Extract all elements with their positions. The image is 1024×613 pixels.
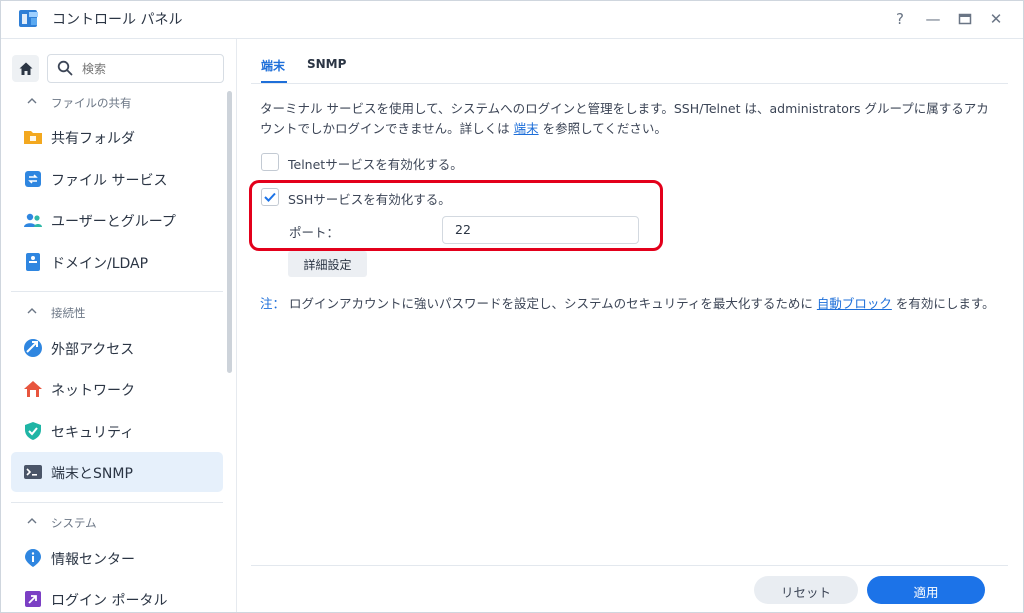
- sidebar: ファイルの共有 共有フォルダ ファイル サービス ユーザーとグループ: [1, 39, 237, 612]
- section-label: ファイルの共有: [51, 96, 132, 110]
- tab-bar: 端末 SNMP: [251, 39, 1008, 84]
- chevron-up-icon: [27, 98, 37, 104]
- sidebar-item-security[interactable]: セキュリティ: [11, 411, 223, 451]
- window-title: コントロール パネル: [52, 12, 183, 28]
- sidebar-item-label: ドメイン/LDAP: [51, 256, 149, 272]
- sidebar-item-label: ネットワーク: [51, 383, 135, 399]
- note-text-end: を有効にします。: [891, 296, 995, 311]
- terminal-description: ターミナル サービスを使用して、システムへのログインと管理をします。SSH/Te…: [260, 99, 995, 139]
- shield-icon: [25, 422, 41, 440]
- footer-divider: [251, 565, 1008, 566]
- search-icon: [57, 60, 73, 76]
- sidebar-item-label: 情報センター: [51, 552, 135, 568]
- control-panel-app-icon: [19, 10, 38, 27]
- folder-icon: [24, 131, 42, 144]
- telnet-checkbox-label: Telnetサービスを有効化する。: [288, 157, 463, 172]
- chevron-up-icon: [27, 308, 37, 314]
- section-connectivity[interactable]: 接続性: [1, 301, 226, 325]
- title-bar: コントロール パネル ? — ✕: [1, 1, 1023, 39]
- sidebar-item-external-access[interactable]: 外部アクセス: [11, 328, 223, 368]
- sidebar-item-users-groups[interactable]: ユーザーとグループ: [11, 200, 223, 240]
- maximize-button[interactable]: [953, 7, 977, 31]
- sidebar-item-network[interactable]: ネットワーク: [11, 369, 223, 409]
- maximize-icon: [958, 13, 972, 25]
- search-input[interactable]: [80, 58, 219, 80]
- sidebar-divider: [11, 291, 223, 292]
- active-tab-indicator: [261, 81, 287, 83]
- info-icon: [25, 549, 41, 567]
- sidebar-item-info-center[interactable]: 情報センター: [11, 538, 223, 578]
- reset-button-label: リセット: [780, 585, 831, 600]
- sidebar-item-label: ユーザーとグループ: [51, 214, 176, 230]
- note-prefix: 注：: [260, 296, 286, 311]
- reset-button[interactable]: リセット: [754, 576, 858, 604]
- description-text-end: を参照してください。: [538, 121, 667, 136]
- network-icon: [24, 381, 42, 397]
- sidebar-item-label: ログイン ポータル: [51, 593, 168, 609]
- sidebar-item-file-services[interactable]: ファイル サービス: [11, 159, 223, 199]
- sidebar-item-label: ファイル サービス: [51, 173, 168, 189]
- chevron-up-icon: [27, 518, 37, 524]
- terminal-icon: [24, 465, 42, 479]
- auto-block-link[interactable]: 自動ブロック: [817, 296, 892, 311]
- advanced-settings-button[interactable]: 詳細設定: [288, 251, 367, 277]
- external-access-icon: [24, 339, 42, 357]
- home-icon: [19, 62, 33, 75]
- tab-snmp[interactable]: SNMP: [307, 57, 346, 71]
- search-box[interactable]: [47, 54, 224, 83]
- sidebar-item-terminal-snmp[interactable]: 端末とSNMP: [11, 452, 223, 492]
- telnet-checkbox[interactable]: [261, 153, 279, 171]
- file-services-icon: [25, 171, 41, 187]
- note-text: ログインアカウントに強いパスワードを設定し、システムのセキュリティを最大化するた…: [285, 296, 817, 311]
- sidebar-divider: [11, 502, 223, 503]
- minimize-button[interactable]: —: [921, 7, 945, 31]
- security-note: 注： ログインアカウントに強いパスワードを設定し、システムのセキュリティを最大化…: [260, 294, 1000, 314]
- advanced-settings-label: 詳細設定: [303, 258, 352, 272]
- apply-button-label: 適用: [913, 585, 939, 600]
- users-icon: [24, 213, 42, 227]
- domain-icon: [26, 253, 40, 271]
- close-button[interactable]: ✕: [984, 7, 1008, 31]
- home-button[interactable]: [12, 55, 39, 82]
- main-content: 端末 SNMP ターミナル サービスを使用して、システムへのログインと管理をしま…: [237, 39, 1023, 612]
- sidebar-scrollbar[interactable]: [227, 91, 232, 373]
- section-label: 接続性: [51, 306, 86, 320]
- sidebar-item-domain-ldap[interactable]: ドメイン/LDAP: [11, 242, 223, 282]
- control-panel-window: コントロール パネル ? — ✕ ファイルの共有: [0, 0, 1024, 613]
- highlight-box: [249, 180, 663, 251]
- section-label: システム: [51, 516, 97, 530]
- sidebar-item-label: 外部アクセス: [51, 342, 135, 358]
- apply-button[interactable]: 適用: [867, 576, 985, 604]
- section-file-sharing[interactable]: ファイルの共有: [1, 91, 226, 115]
- sidebar-item-label: 端末とSNMP: [51, 466, 133, 482]
- help-button[interactable]: ?: [888, 7, 912, 31]
- terminal-help-link[interactable]: 端末: [514, 121, 539, 136]
- section-system[interactable]: システム: [1, 511, 226, 535]
- sidebar-item-label: 共有フォルダ: [51, 131, 135, 147]
- sidebar-item-label: セキュリティ: [51, 425, 135, 441]
- tab-terminal[interactable]: 端末: [261, 57, 285, 74]
- login-portal-icon: [25, 591, 41, 607]
- sidebar-item-shared-folder[interactable]: 共有フォルダ: [11, 117, 223, 157]
- sidebar-item-login-portal[interactable]: ログイン ポータル: [11, 579, 223, 612]
